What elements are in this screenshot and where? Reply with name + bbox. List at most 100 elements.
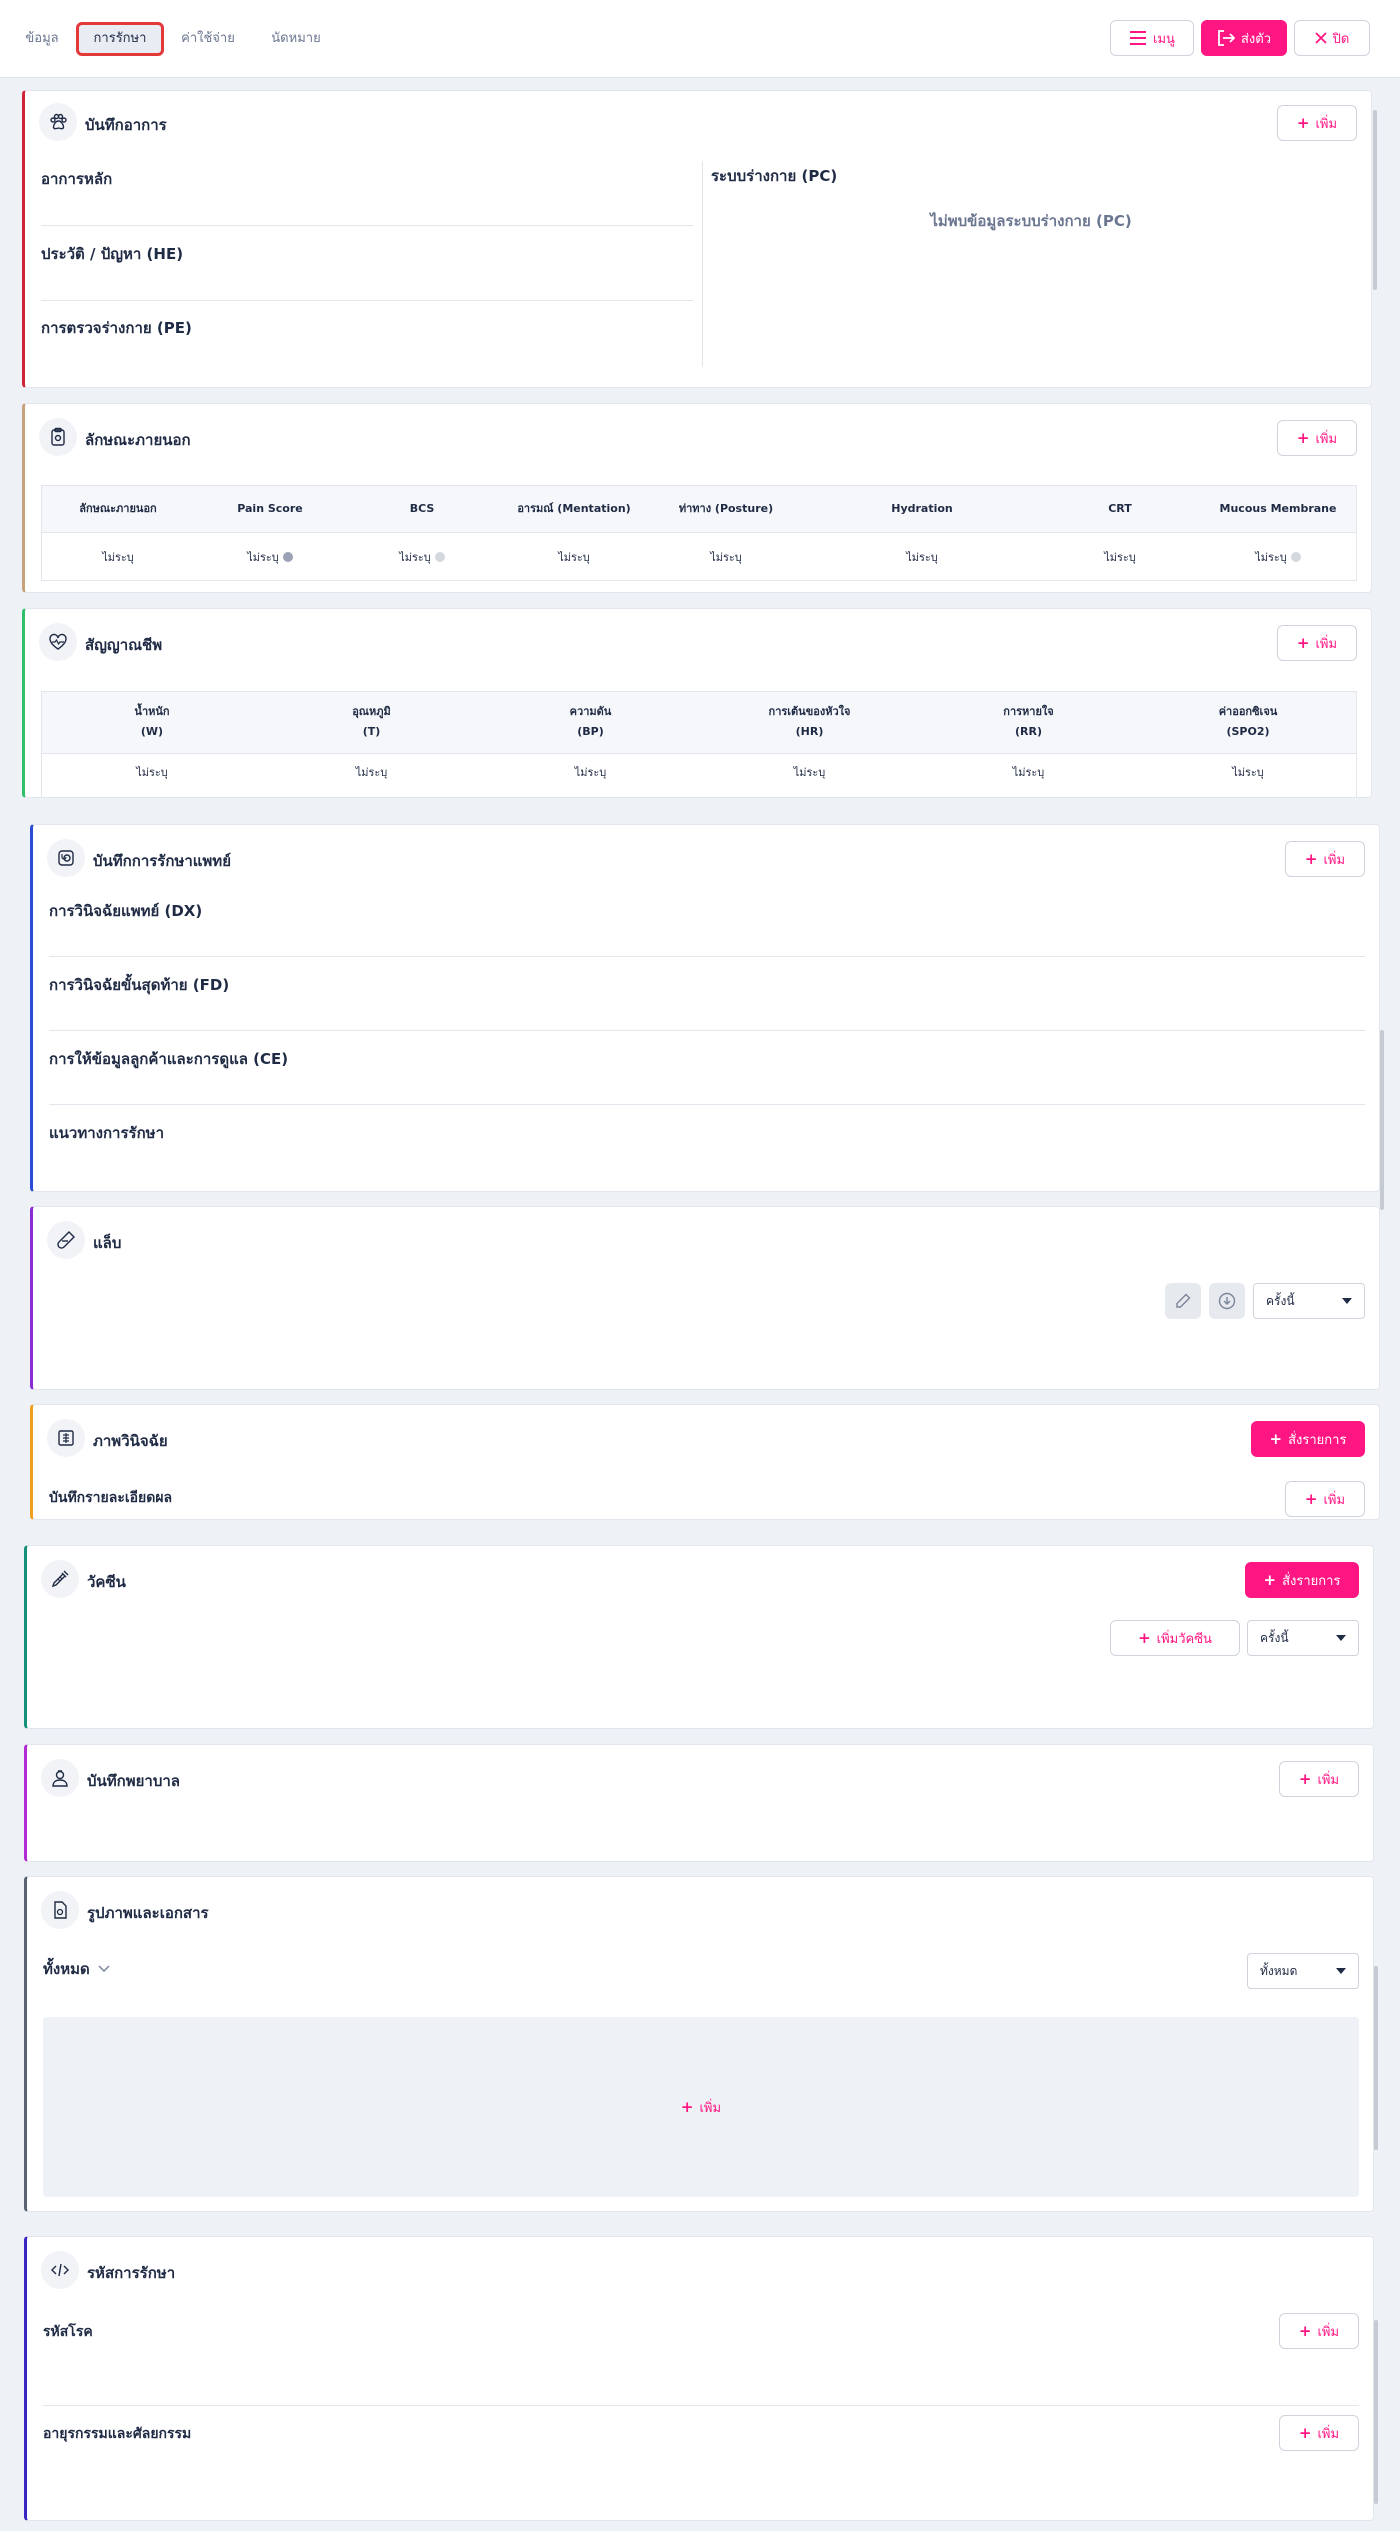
documents-type-select[interactable]: ทั้งหมด xyxy=(1247,1953,1359,1989)
cell-weight: ไม่ระบุ xyxy=(136,766,168,779)
doctor-notes-card: บันทึกการรักษาแพทย์ + เพิ่ม การวินิจฉัยแพ… xyxy=(30,824,1380,1192)
add-imaging-result-button[interactable]: + เพิ่ม xyxy=(1285,1481,1365,1517)
caret-down-icon xyxy=(1336,1968,1346,1974)
heartbeat-icon xyxy=(39,623,77,661)
add-symptom-button[interactable]: + เพิ่ม xyxy=(1277,105,1357,141)
close-button[interactable]: ปิด xyxy=(1294,20,1370,56)
lab-visit-select[interactable]: ครั้งนี้ xyxy=(1253,1283,1365,1319)
vitals-title: สัญญาณชีพ xyxy=(85,636,163,654)
final-diagnosis-label: การวินิจฉัยขั้นสุดท้าย (FD) xyxy=(49,976,230,994)
tab-appointments[interactable]: นัดหมาย xyxy=(266,22,326,56)
col-posture: ท่าทาง (Posture) xyxy=(678,502,774,515)
cell-mentation: ไม่ระบุ xyxy=(558,551,590,564)
code-icon xyxy=(41,2251,79,2289)
test-tube-icon xyxy=(47,1221,85,1259)
cell-pain-score: ไม่ระบุ xyxy=(194,533,346,581)
tab-info[interactable]: ข้อมูล xyxy=(20,22,64,56)
appearance-table: ลักษณะภายนอก Pain Score BCS อารมณ์ (Ment… xyxy=(41,485,1357,581)
upload-label: เพิ่ม xyxy=(699,2100,722,2116)
add-label: เพิ่ม xyxy=(1315,431,1338,447)
add-appearance-button[interactable]: + เพิ่ม xyxy=(1277,420,1357,456)
documents-type-select-value: ทั้งหมด xyxy=(1260,1963,1298,1978)
treatment-codes-card: รหัสการรักษา รหัสโรค + เพิ่ม อายุรกรรมและ… xyxy=(24,2236,1374,2521)
vaccine-visit-select[interactable]: ครั้งนี้ xyxy=(1247,1620,1359,1656)
cell-bcs: ไม่ระบุ xyxy=(346,533,498,581)
divider xyxy=(49,1104,1365,1105)
download-icon xyxy=(1218,1292,1236,1310)
imaging-record-label: บันทึกรายละเอียดผล xyxy=(49,1490,173,1506)
cell-hydration: ไม่ระบุ xyxy=(906,551,938,564)
vaccine-order-label: สั่งรายการ xyxy=(1282,1573,1341,1589)
col-heart-rate: การเต้นของหัวใจ (HR) xyxy=(768,705,851,738)
divider xyxy=(41,225,693,226)
imaging-card: ภาพวินิจฉัย + สั่งรายการ บันทึกรายละเอียด… xyxy=(30,1404,1380,1520)
appearance-title: ลักษณะภายนอก xyxy=(85,431,191,449)
transfer-button[interactable]: ส่งตัว xyxy=(1201,20,1287,56)
appearance-card: ลักษณะภายนอก + เพิ่ม ลักษณะภายนอก Pain Sc… xyxy=(22,403,1372,593)
divider xyxy=(49,956,1365,957)
symptoms-card: บันทึกอาการ + เพิ่ม อาการหลัก ประวัติ / ป… xyxy=(22,90,1372,388)
add-label: เพิ่ม xyxy=(1315,116,1338,132)
treatment-codes-title: รหัสการรักษา xyxy=(87,2264,176,2282)
add-doctor-note-button[interactable]: + เพิ่ม xyxy=(1285,841,1365,877)
lab-visit-select-value: ครั้งนี้ xyxy=(1266,1293,1295,1308)
menu-button[interactable]: เมนู xyxy=(1110,20,1194,56)
col-temperature: อุณหภูมิ (T) xyxy=(352,705,391,738)
lab-download-button[interactable] xyxy=(1209,1283,1245,1319)
add-vaccine-label: เพิ่มวัคซีน xyxy=(1156,1631,1212,1647)
close-icon xyxy=(1315,32,1327,44)
scrollbar[interactable] xyxy=(1380,1030,1384,1210)
add-nurse-note-button[interactable]: + เพิ่ม xyxy=(1279,1761,1359,1797)
syringe-icon xyxy=(41,1560,79,1598)
vaccine-title: วัคซีน xyxy=(87,1573,126,1591)
col-bcs: BCS xyxy=(409,502,435,515)
top-bar: ข้อมูล การรักษา ค่าใช้จ่าย นัดหมาย เมนู … xyxy=(0,0,1400,78)
diagnosis-label: การวินิจฉัยแพทย์ (DX) xyxy=(49,902,203,920)
body-system-empty: ไม่พบข้อมูลระบบร่างกาย (PC) xyxy=(930,212,1132,230)
cell-spo2: ไม่ระบุ xyxy=(1232,766,1264,779)
add-label: เพิ่ม xyxy=(1317,1772,1340,1788)
col-hydration: Hydration xyxy=(891,502,953,515)
lab-card: แล็บ ครั้งนี้ xyxy=(30,1206,1380,1390)
cell-temperature: ไม่ระบุ xyxy=(355,766,388,779)
imaging-order-button[interactable]: + สั่งรายการ xyxy=(1251,1421,1365,1457)
history-label: ประวัติ / ปัญหา (HE) xyxy=(41,245,184,263)
add-procedure-code-button[interactable]: + เพิ่ม xyxy=(1279,2415,1359,2451)
column-divider xyxy=(702,161,703,367)
vaccine-card: วัคซีน + สั่งรายการ + เพิ่มวัคซีน ครั้งนี้ xyxy=(24,1545,1374,1729)
cell-blood-pressure: ไม่ระบุ xyxy=(574,766,607,779)
tab-expenses[interactable]: ค่าใช้จ่าย xyxy=(178,22,238,56)
client-education-label: การให้ข้อมูลลูกค้าและการดูแล (CE) xyxy=(49,1050,289,1068)
add-vaccine-button[interactable]: + เพิ่มวัคซีน xyxy=(1110,1620,1240,1656)
vaccine-order-button[interactable]: + สั่งรายการ xyxy=(1245,1562,1359,1598)
add-label: เพิ่ม xyxy=(1315,636,1338,652)
add-vitals-button[interactable]: + เพิ่ม xyxy=(1277,625,1357,661)
cell-respiratory-rate: ไม่ระบุ xyxy=(1012,766,1045,779)
add-disease-code-button[interactable]: + เพิ่ม xyxy=(1279,2313,1359,2349)
nurse-icon xyxy=(41,1759,79,1797)
add-label: เพิ่ม xyxy=(1317,2426,1340,2442)
tab-treatment[interactable]: การรักษา xyxy=(76,22,164,56)
scrollbar[interactable] xyxy=(1374,2320,1378,2504)
transfer-button-label: ส่งตัว xyxy=(1240,31,1272,47)
cell-posture: ไม่ระบุ xyxy=(710,551,742,564)
treatment-plan-label: แนวทางการรักษา xyxy=(49,1124,164,1142)
cell-heart-rate: ไม่ระบุ xyxy=(793,766,826,779)
vaccine-visit-select-value: ครั้งนี้ xyxy=(1260,1630,1289,1645)
caret-down-icon xyxy=(1342,1298,1352,1304)
clipboard-icon xyxy=(39,418,77,456)
lab-edit-button[interactable] xyxy=(1165,1283,1201,1319)
upload-area[interactable]: + เพิ่ม xyxy=(43,2017,1359,2197)
add-label: เพิ่ม xyxy=(1317,2324,1340,2340)
paw-icon xyxy=(39,103,77,141)
documents-filter-label: ทั้งหมด xyxy=(43,1960,90,1978)
scrollbar[interactable] xyxy=(1374,1966,1378,2150)
nurse-title: บันทึกพยาบาล xyxy=(87,1772,180,1790)
documents-filter[interactable]: ทั้งหมด xyxy=(43,1957,110,1981)
scrollbar[interactable] xyxy=(1373,110,1377,290)
pencil-icon xyxy=(1176,1293,1191,1308)
vitals-card: สัญญาณชีพ + เพิ่ม น้ำหนัก (W) อุณหภูมิ (T) … xyxy=(22,608,1372,798)
col-mentation: อารมณ์ (Mentation) xyxy=(517,502,631,515)
nurse-card: บันทึกพยาบาล + เพิ่ม xyxy=(24,1744,1374,1862)
disease-code-label: รหัสโรค xyxy=(43,2324,93,2340)
